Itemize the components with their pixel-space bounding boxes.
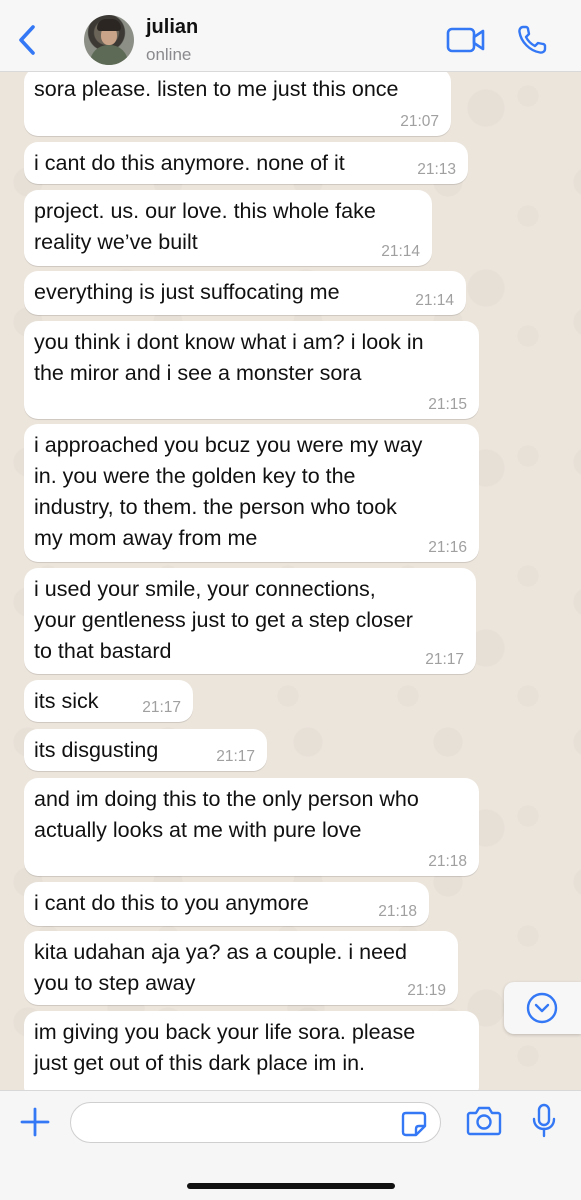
message-time: 21:17 [425, 651, 464, 668]
message-text: and im doing this to the only person who… [34, 787, 419, 842]
scroll-to-bottom-button[interactable] [504, 982, 581, 1034]
message-time: 21:15 [428, 396, 467, 413]
message-text: project. us. our love. this whole fake r… [34, 199, 376, 254]
attach-button[interactable] [18, 1105, 52, 1139]
message-bubble[interactable]: its disgusting 21:17 [24, 729, 267, 771]
message-time: 21:19 [407, 982, 446, 999]
chevron-left-icon [19, 25, 35, 55]
message-bubble[interactable]: kita udahan aja ya? as a couple. i need … [24, 931, 458, 1005]
sticker-icon [401, 1111, 427, 1137]
video-call-button[interactable] [446, 26, 486, 54]
message-text: i cant do this anymore. none of it [34, 151, 345, 175]
camera-icon [466, 1106, 502, 1136]
message-time: 21:18 [428, 853, 467, 870]
message-time: 21:14 [415, 292, 454, 309]
message-bubble[interactable]: its sick 21:17 [24, 680, 193, 722]
message-bubble[interactable]: im giving you back your life sora. pleas… [24, 1011, 479, 1090]
message-time: 21:17 [142, 699, 181, 716]
message-bubble[interactable]: project. us. our love. this whole fake r… [24, 190, 432, 266]
message-time: 21:13 [417, 161, 456, 178]
message-text: i cant do this to you anymore [34, 891, 309, 915]
message-bubble[interactable]: i approached you bcuz you were my way in… [24, 424, 479, 562]
message-text: sora please. listen to me just this once [34, 77, 399, 101]
message-text: i approached you bcuz you were my way in… [34, 433, 423, 550]
message-text: everything is just suffocating me [34, 280, 340, 304]
camera-button[interactable] [466, 1105, 502, 1137]
contact-name[interactable]: julian [146, 16, 198, 39]
voice-message-button[interactable] [530, 1103, 558, 1139]
avatar[interactable] [84, 15, 134, 65]
message-bubble[interactable]: sora please. listen to me just this once… [24, 72, 451, 136]
message-text: i used your smile, your connections, you… [34, 577, 413, 663]
video-camera-icon [446, 27, 485, 53]
message-time: 21:07 [400, 113, 439, 130]
phone-icon [518, 25, 547, 54]
plus-icon [20, 1107, 50, 1137]
message-bubble[interactable]: i cant do this anymore. none of it 21:13 [24, 142, 468, 184]
contact-status: online [146, 45, 192, 64]
message-input[interactable] [70, 1102, 441, 1143]
message-text: you think i dont know what i am? i look … [34, 330, 424, 385]
message-bubble[interactable]: i cant do this to you anymore 21:18 [24, 882, 429, 926]
voice-call-button[interactable] [516, 24, 548, 56]
message-list[interactable]: sora please. listen to me just this once… [0, 72, 581, 1090]
home-indicator[interactable] [187, 1183, 395, 1189]
message-time: 21:17 [216, 748, 255, 765]
message-time: 21:14 [381, 243, 420, 260]
message-bubble[interactable]: and im doing this to the only person who… [24, 778, 479, 876]
back-button[interactable] [14, 22, 42, 58]
message-time: 21:18 [378, 903, 417, 920]
message-text: im giving you back your life sora. pleas… [34, 1020, 416, 1075]
message-bubble[interactable]: i used your smile, your connections, you… [24, 568, 476, 674]
sticker-button[interactable] [401, 1111, 427, 1137]
chat-header: julian online [0, 0, 581, 72]
message-bubble[interactable]: you think i dont know what i am? i look … [24, 321, 479, 419]
chevron-down-circle-icon [526, 992, 558, 1024]
message-time: 21:16 [428, 539, 467, 556]
message-bubble[interactable]: everything is just suffocating me 21:14 [24, 271, 466, 315]
microphone-icon [532, 1103, 556, 1138]
message-text: kita udahan aja ya? as a couple. i need … [34, 940, 407, 995]
